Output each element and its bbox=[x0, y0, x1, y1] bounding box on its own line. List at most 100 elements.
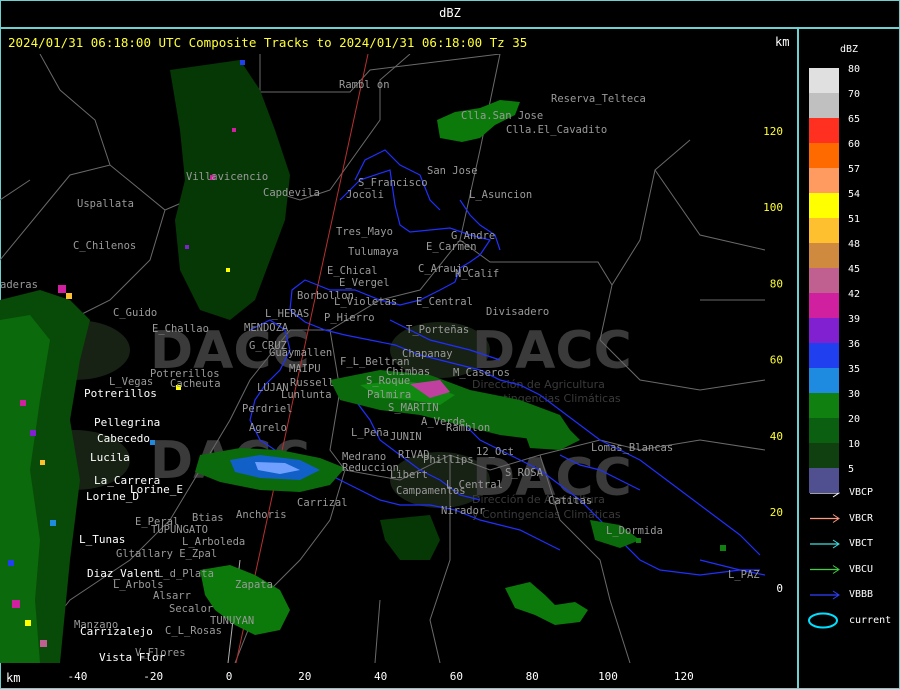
y-tick-label: 20 bbox=[770, 506, 783, 519]
colorbar-label: 70 bbox=[848, 89, 861, 100]
legend-label: VBCU bbox=[849, 563, 874, 575]
place-label: MAIPU bbox=[289, 363, 321, 375]
place-label: E_Challao bbox=[152, 323, 209, 335]
x-tick-label: 40 bbox=[374, 670, 387, 683]
colorbar-label: 57 bbox=[848, 164, 861, 175]
place-label: Pellegrina bbox=[94, 416, 160, 429]
place-label: S_Roque bbox=[366, 375, 410, 387]
colorbar-swatch bbox=[809, 68, 839, 93]
colorbar-label: 48 bbox=[848, 239, 861, 250]
colorbar-swatch bbox=[809, 118, 839, 143]
place-label: Jocoli bbox=[346, 189, 384, 201]
x-tick-label: 120 bbox=[674, 670, 694, 683]
x-tick-label: 100 bbox=[598, 670, 618, 683]
place-label: Lorine_E bbox=[130, 483, 183, 496]
colorbar-label: 54 bbox=[848, 189, 861, 200]
colorbar-swatch bbox=[809, 268, 839, 293]
place-label: L_HERAS bbox=[265, 308, 309, 320]
colorbar-swatch bbox=[809, 443, 839, 468]
radar-map[interactable]: DACC DACC DACC DACC Dirección de Agricul… bbox=[0, 0, 900, 689]
colorbar-swatch bbox=[809, 93, 839, 118]
place-label: Secalor bbox=[169, 603, 213, 615]
place-label: P_Hierro bbox=[324, 312, 375, 324]
place-label: Capdevila bbox=[263, 187, 320, 199]
place-label: S_ROSA bbox=[505, 467, 544, 479]
y-axis-ticks: 120 100 80 60 40 20 0 bbox=[763, 125, 783, 595]
place-label: Alsarr bbox=[153, 590, 191, 602]
place-label: Palmira bbox=[367, 389, 411, 401]
x-tick-label: 0 bbox=[226, 670, 233, 683]
place-label: Potrerillos bbox=[84, 387, 157, 400]
place-label: E_Central bbox=[416, 296, 473, 308]
place-label: TUPUNGATO bbox=[151, 524, 208, 536]
colorbar-label: 51 bbox=[848, 214, 861, 225]
place-label: Libert bbox=[390, 469, 428, 481]
colorbar-label: 60 bbox=[848, 139, 861, 150]
y-tick-label: 60 bbox=[770, 354, 783, 367]
legend-label: VBCP bbox=[849, 487, 874, 498]
place-label: Gltallary E_Zpal bbox=[116, 548, 217, 560]
place-label: Anchoris bbox=[236, 509, 287, 521]
colorbar-swatch bbox=[809, 143, 839, 168]
watermark-sub-1: Dirección de Agricultura bbox=[472, 378, 605, 391]
place-label: L_Dormida bbox=[606, 525, 663, 537]
y-tick-label: 40 bbox=[770, 430, 783, 443]
legend-current-ellipse bbox=[808, 612, 838, 629]
place-label: E_Carmen bbox=[426, 241, 477, 253]
legend-label: VBBB bbox=[849, 589, 874, 600]
place-label: L_Tunas bbox=[79, 533, 125, 546]
place-label: L_Peña bbox=[351, 427, 389, 439]
place-label: Villavicencio bbox=[186, 171, 268, 183]
place-label: Agrelo bbox=[249, 422, 287, 434]
place-label: Clla.San Jose bbox=[461, 110, 543, 122]
x-tick-label: -40 bbox=[67, 670, 87, 683]
place-label: Diaz_Valent bbox=[87, 567, 160, 580]
place-label: L_Arboleda bbox=[182, 536, 245, 548]
place-label: 12_Oct bbox=[476, 446, 514, 458]
place-label: L_Asuncion bbox=[469, 189, 532, 201]
place-label: Russell bbox=[290, 377, 334, 389]
place-label: Reserva_Telteca bbox=[551, 93, 646, 105]
colorbar-swatch bbox=[809, 218, 839, 243]
place-label: Catitas bbox=[548, 495, 592, 507]
place-label: L_Violetas bbox=[334, 296, 397, 308]
place-label: Cacheuta bbox=[170, 378, 221, 390]
colorbar-swatch bbox=[809, 318, 839, 343]
colorbar-swatch bbox=[809, 468, 839, 493]
y-tick-label: 120 bbox=[763, 125, 783, 138]
legend-label: VBCR bbox=[849, 512, 874, 524]
x-tick-label: 80 bbox=[526, 670, 539, 683]
place-label: JUNIN bbox=[390, 431, 422, 443]
place-label: Tres_Mayo bbox=[336, 226, 393, 238]
place-label: Chapanay bbox=[402, 348, 453, 360]
x-tick-label: 60 bbox=[450, 670, 463, 683]
place-label: S_MARTIN bbox=[388, 402, 439, 414]
place-label: MENDOZA bbox=[244, 322, 289, 334]
track-legend bbox=[808, 488, 840, 629]
y-tick-label: 100 bbox=[763, 201, 783, 214]
place-label: Campamentos bbox=[396, 485, 466, 497]
x-tick-label: -20 bbox=[143, 670, 163, 683]
colorbar-label: 35 bbox=[848, 364, 861, 375]
place-label: M_Caseros bbox=[453, 367, 510, 379]
place-label: E_Vergel bbox=[339, 277, 390, 289]
place-label: C_Guido bbox=[113, 307, 157, 319]
place-label: L_PAZ bbox=[728, 569, 760, 581]
place-label: Zapata bbox=[235, 579, 273, 591]
place-label: Lunlunta bbox=[281, 389, 332, 401]
y-tick-label: 80 bbox=[770, 277, 783, 290]
place-label: Vista_Flor bbox=[99, 651, 166, 664]
place-label: Lucila bbox=[90, 451, 130, 464]
place-label: Cabecedo bbox=[97, 432, 150, 445]
place-label: aderas bbox=[0, 279, 38, 291]
place-label: San Jose bbox=[427, 165, 478, 177]
place-label: Nirador bbox=[441, 505, 485, 517]
colorbar-swatch bbox=[809, 418, 839, 443]
place-label: L_d_Plata bbox=[157, 568, 214, 580]
place-label: Rambl on bbox=[339, 79, 390, 91]
colorbar-label: 10 bbox=[848, 439, 861, 450]
x-axis-ticks: -40 -20 0 20 40 60 80 100 120 bbox=[67, 670, 693, 683]
colorbar-label: 65 bbox=[848, 114, 861, 125]
colorbar-title: dBZ bbox=[840, 44, 859, 55]
place-label: Uspallata bbox=[77, 198, 134, 210]
